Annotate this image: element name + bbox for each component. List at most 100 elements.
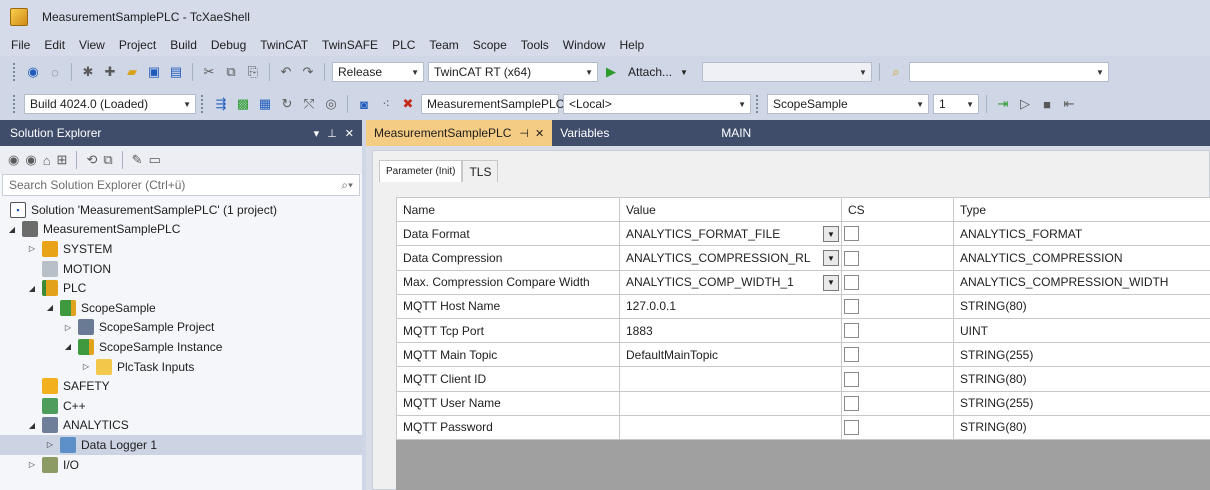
stop-icon[interactable]: ■ <box>1038 95 1056 113</box>
toolbar-grip[interactable] <box>12 94 16 114</box>
switch-views-icon[interactable]: ⊞ <box>57 152 68 168</box>
cs-checkbox[interactable] <box>844 323 859 339</box>
home-icon[interactable]: ⌂ <box>43 153 51 168</box>
collapse-icon[interactable]: ◢ <box>26 421 38 430</box>
expand-icon[interactable]: ▷ <box>26 460 38 469</box>
platform-select[interactable]: TwinCAT RT (x64) ▼ <box>428 62 598 82</box>
tree-item-system[interactable]: ▷ SYSTEM <box>0 239 362 259</box>
table-row[interactable]: MQTT Client ID STRING(80) <box>396 366 1210 392</box>
history-icon[interactable]: ⟲ <box>86 152 97 168</box>
find-icon[interactable]: ⌕ <box>887 63 905 81</box>
tree-item-plc[interactable]: ◢ PLC <box>0 278 362 298</box>
menu-twinsafe[interactable]: TwinSAFE <box>315 34 385 56</box>
reload-devices-icon[interactable]: ↻ <box>278 95 296 113</box>
menu-file[interactable]: File <box>4 34 37 56</box>
toolbar-grip[interactable] <box>200 94 204 114</box>
param-value-cell[interactable]: 127.0.0.1 <box>619 293 842 319</box>
expand-icon[interactable]: ▷ <box>44 440 56 449</box>
cs-checkbox[interactable] <box>844 419 859 435</box>
close-icon[interactable]: ✕ <box>345 127 354 140</box>
cs-checkbox[interactable] <box>844 226 859 242</box>
menu-scope[interactable]: Scope <box>466 34 514 56</box>
tree-item-scopesample-instance[interactable]: ◢ ScopeSample Instance <box>0 337 362 357</box>
column-header-type[interactable]: Type <box>953 196 1210 223</box>
menu-team[interactable]: Team <box>422 34 465 56</box>
tree-item-analytics[interactable]: ◢ ANALYTICS <box>0 416 362 436</box>
collapse-icon[interactable]: ◢ <box>62 342 74 351</box>
collapse-icon[interactable]: ◢ <box>6 225 18 234</box>
find-select[interactable]: ▼ <box>908 62 1109 82</box>
cs-checkbox[interactable] <box>844 250 859 266</box>
pin-icon[interactable]: ⊣ <box>519 127 529 140</box>
menu-project[interactable]: Project <box>112 34 163 56</box>
table-row[interactable]: Max. Compression Compare Width ANALYTICS_… <box>396 269 1210 295</box>
tree-item-solution[interactable]: ▪ Solution 'MeasurementSamplePLC' (1 pro… <box>0 200 362 220</box>
table-row[interactable]: MQTT Host Name 127.0.0.1 STRING(80) <box>396 293 1210 319</box>
param-value-cell[interactable] <box>619 390 842 416</box>
menu-twincat[interactable]: TwinCAT <box>253 34 315 56</box>
column-header-cs[interactable]: CS <box>841 196 954 223</box>
show-subitems-icon[interactable]: ⁖ <box>377 95 395 113</box>
menu-view[interactable]: View <box>72 34 112 56</box>
param-value-cell[interactable]: DefaultMainTopic <box>619 342 842 368</box>
tab-tls[interactable]: TLS <box>462 160 499 182</box>
tree-item-scopesample-project[interactable]: ▷ ScopeSample Project <box>0 318 362 338</box>
menu-tools[interactable]: Tools <box>514 34 556 56</box>
target-system-select[interactable]: <Local> ▼ <box>563 94 751 114</box>
collapse-icon[interactable]: ◢ <box>26 284 38 293</box>
cs-checkbox[interactable] <box>844 395 859 411</box>
tab-variables[interactable]: Variables <box>552 120 664 146</box>
table-row[interactable]: MQTT Main Topic DefaultMainTopic STRING(25… <box>396 342 1210 368</box>
scope-project-select[interactable]: ScopeSample ▼ <box>767 94 929 114</box>
collapse-all-icon[interactable]: ⧉ <box>103 152 112 168</box>
dropdown-arrow-icon[interactable]: ▼ <box>823 250 839 267</box>
forward-icon[interactable]: ◉ <box>25 152 36 168</box>
menu-plc[interactable]: PLC <box>385 34 422 56</box>
column-header-name[interactable]: Name <box>396 196 620 223</box>
param-value-cell[interactable]: ANALYTICS_COMPRESSION_RL ▼ <box>619 245 842 271</box>
preview-icon[interactable]: ▭ <box>149 152 161 168</box>
chevron-down-icon[interactable]: ▼ <box>680 68 688 77</box>
tree-item-safety[interactable]: SAFETY <box>0 376 362 396</box>
forward-icon[interactable]: ◌ <box>46 63 64 81</box>
param-value-cell[interactable]: 1883 <box>619 317 842 344</box>
dropdown-arrow-icon[interactable]: ▼ <box>823 226 839 243</box>
tree-item-data-logger-1[interactable]: ▷ Data Logger 1 <box>0 435 362 455</box>
build-version-select[interactable]: Build 4024.0 (Loaded) ▼ <box>24 94 196 114</box>
close-icon[interactable]: ✕ <box>535 127 544 140</box>
cut-icon[interactable]: ✂ <box>200 63 218 81</box>
tree-item-cpp[interactable]: C++ <box>0 396 362 416</box>
open-folder-icon[interactable]: ▰ <box>123 63 141 81</box>
paste-icon[interactable]: ⎘ <box>244 63 262 81</box>
tree-item-scopesample[interactable]: ◢ ScopeSample <box>0 298 362 318</box>
scan-icon[interactable]: ⤲ <box>300 95 318 113</box>
toolbar-grip[interactable] <box>12 62 16 82</box>
toggle-free-run-icon[interactable]: ◎ <box>322 95 340 113</box>
param-value-cell[interactable]: ANALYTICS_FORMAT_FILE ▼ <box>619 221 842 247</box>
collapse-icon[interactable]: ◢ <box>44 303 56 312</box>
menu-edit[interactable]: Edit <box>37 34 72 56</box>
param-value-cell[interactable] <box>619 366 842 392</box>
solution-explorer-search[interactable]: Search Solution Explorer (Ctrl+ü) ⌕▾ <box>2 174 360 196</box>
toolbar-grip[interactable] <box>755 94 759 114</box>
expand-icon[interactable]: ▷ <box>26 244 38 253</box>
start-icon[interactable]: ▷ <box>1016 95 1034 113</box>
tree-item-plctask-inputs[interactable]: ▷ PlcTask Inputs <box>0 357 362 377</box>
dropdown-arrow-icon[interactable]: ▼ <box>823 274 839 291</box>
table-row[interactable]: Data Format ANALYTICS_FORMAT_FILE ▼ ANALYTI… <box>396 221 1210 247</box>
redo-icon[interactable]: ↷ <box>299 63 317 81</box>
restart-config-mode-icon[interactable]: ▦ <box>256 95 274 113</box>
table-row[interactable]: Data Compression ANALYTICS_COMPRESSION_RL… <box>396 245 1210 271</box>
tree-item-project[interactable]: ◢ MeasurementSamplePLC <box>0 220 362 240</box>
attach-button[interactable]: Attach... <box>624 65 676 79</box>
login-icon[interactable]: ⇥ <box>994 95 1012 113</box>
menu-help[interactable]: Help <box>612 34 651 56</box>
pin-icon[interactable]: ⊥ <box>327 127 337 140</box>
show-online-data-icon[interactable]: ◙ <box>355 95 373 113</box>
tab-measurementsampleplc[interactable]: MeasurementSamplePLC ⊣ ✕ <box>366 120 553 146</box>
save-icon[interactable]: ▣ <box>145 63 163 81</box>
configuration-select[interactable]: Release ▼ <box>332 62 424 82</box>
table-row[interactable]: MQTT Password STRING(80) <box>396 414 1210 440</box>
save-all-icon[interactable]: ▤ <box>167 63 185 81</box>
attach-play-icon[interactable]: ▶ <box>602 63 620 81</box>
